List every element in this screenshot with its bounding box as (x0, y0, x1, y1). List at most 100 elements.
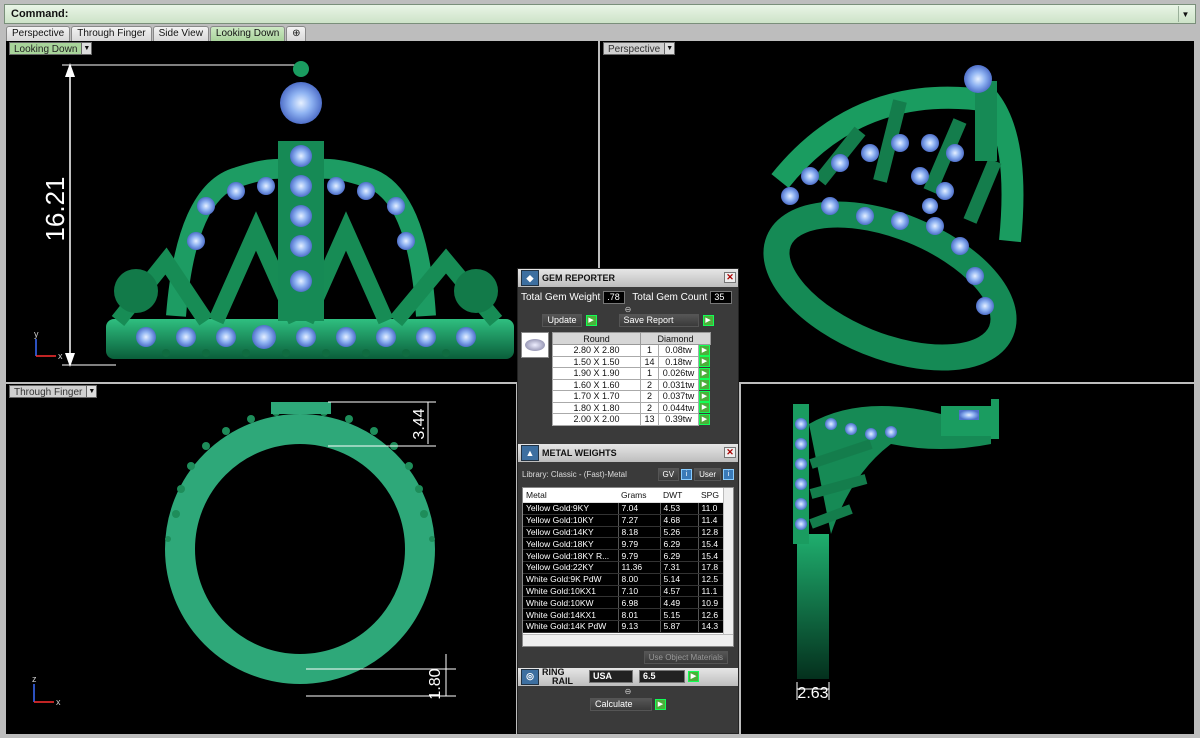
ring-side-render: 3.44 1.80 z x (32, 401, 456, 707)
grams-column-header[interactable]: Grams (618, 487, 660, 503)
ring-rail-icon: ◎ (521, 668, 539, 685)
metal-cell: White Gold:14K PdW (523, 620, 619, 633)
gem-row[interactable]: 2.80 X 2.80 1 0.08tw ▶ (552, 344, 711, 357)
gem-count-cell: 14 (640, 355, 659, 368)
viewport-side-view[interactable]: 2.63 (741, 384, 1194, 734)
ring-size-select[interactable]: 6.5 (639, 670, 685, 683)
dimension-height-label: 16.21 (40, 176, 70, 241)
gem-row[interactable]: 1.80 X 1.80 2 0.044tw ▶ (552, 401, 711, 414)
close-icon[interactable]: ✕ (724, 446, 736, 458)
gem-row-go-icon[interactable]: ▶ (699, 390, 710, 402)
tab-perspective[interactable]: Perspective (6, 26, 71, 41)
gem-row[interactable]: 1.70 X 1.70 2 0.037tw ▶ (552, 390, 711, 403)
metal-cell: 6.29 (660, 537, 699, 551)
metal-cell: 7.04 (618, 502, 661, 515)
gem-row-go-icon[interactable]: ▶ (699, 413, 710, 425)
calculate-go-icon[interactable]: ▶ (655, 698, 666, 710)
metal-row[interactable]: Yellow Gold:14KY 8.18 5.26 12.8 (523, 526, 733, 539)
collapse-handle-icon[interactable]: ⊖ (625, 687, 632, 696)
metal-cell: 4.53 (660, 502, 699, 515)
user-button[interactable]: User (694, 467, 721, 481)
viewport-label[interactable]: Perspective ▼ (603, 42, 676, 55)
metal-cell: Yellow Gold:10KY (523, 514, 619, 527)
metal-row[interactable]: White Gold:10KX1 7.10 4.57 11.1 (523, 585, 733, 598)
metal-row[interactable]: Yellow Gold:10KY 7.27 4.68 11.4 (523, 514, 733, 527)
gem-weight-cell: 0.044tw (658, 401, 699, 414)
library-label: Library: Classic - (Fast)-Metal (522, 469, 627, 479)
collapse-handle-icon[interactable]: ⊖ (625, 305, 632, 314)
update-go-icon[interactable]: ▶ (585, 315, 597, 326)
gem-count-cell: 13 (640, 413, 659, 426)
metal-cell: White Gold:14KX1 (523, 608, 619, 621)
dimension-bottom-label: 1.80 (427, 668, 444, 699)
ring-size-go-icon[interactable]: ▶ (688, 671, 699, 682)
metal-row[interactable]: Yellow Gold:18KY 9.79 6.29 15.4 (523, 537, 733, 551)
horizontal-scrollbar[interactable] (523, 633, 733, 646)
calculate-button[interactable]: Calculate (590, 697, 652, 711)
axis-x-label: x (58, 351, 63, 361)
ring-standard-field[interactable]: USA (589, 670, 633, 683)
metal-row[interactable]: White Gold:14KX1 8.01 5.15 12.6 (523, 608, 733, 621)
gem-row[interactable]: 1.90 X 1.90 1 0.026tw ▶ (552, 367, 711, 380)
gv-button[interactable]: GV (657, 467, 680, 481)
tab-through-finger[interactable]: Through Finger (71, 26, 152, 41)
gem-row-go-icon[interactable]: ▶ (699, 379, 710, 391)
metal-cell: White Gold:9K PdW (523, 573, 619, 586)
app-window: Command: ▼ Perspective Through Finger Si… (0, 0, 1200, 738)
gem-row[interactable]: 1.60 X 1.60 2 0.031tw ▶ (552, 378, 711, 391)
chevron-down-icon[interactable]: ▼ (665, 42, 676, 55)
metal-cell: 9.79 (618, 549, 661, 562)
viewport-label[interactable]: Looking Down ▼ (9, 42, 93, 55)
gem-row[interactable]: 2.00 X 2.00 13 0.39tw ▶ (552, 413, 711, 426)
tab-looking-down[interactable]: Looking Down (209, 26, 286, 41)
metal-weights-icon: ▲ (521, 444, 539, 461)
use-object-materials-checkbox[interactable]: Use Object Materials (643, 650, 728, 664)
add-tab-icon[interactable]: ⊕ (286, 26, 307, 41)
gem-row-go-icon[interactable]: ▶ (699, 356, 710, 368)
metal-cell: 9.13 (618, 620, 661, 633)
info-icon[interactable]: i (681, 468, 693, 480)
metal-cell: 11.36 (618, 561, 661, 574)
update-button[interactable]: Update (542, 314, 582, 327)
command-input[interactable] (72, 6, 1178, 22)
metal-cell: Yellow Gold:9KY (523, 502, 619, 515)
info-icon[interactable]: i (723, 468, 734, 480)
metal-row[interactable]: White Gold:9K PdW 8.00 5.14 12.5 (523, 573, 733, 586)
gem-row-go-icon[interactable]: ▶ (699, 402, 710, 414)
close-icon[interactable]: ✕ (724, 272, 736, 283)
gem-count-cell: 1 (640, 344, 659, 357)
tab-side-view[interactable]: Side View (152, 26, 209, 41)
chevron-down-icon[interactable]: ▼ (82, 42, 93, 55)
metal-row[interactable]: White Gold:14K PdW 9.13 5.87 14.3 (523, 620, 733, 633)
gem-size-cell: 2.00 X 2.00 (552, 413, 641, 426)
command-history-dropdown-icon[interactable]: ▼ (1178, 6, 1192, 22)
viewport-label[interactable]: Through Finger ▼ (9, 385, 98, 398)
gem-row-go-icon[interactable]: ▶ (699, 367, 710, 379)
gem-row-go-icon[interactable]: ▶ (699, 345, 710, 356)
metal-column-header[interactable]: Metal (523, 487, 618, 503)
chevron-down-icon[interactable]: ▼ (87, 385, 98, 398)
viewport-looking-down[interactable]: Looking Down ▼ 16.21 y x (6, 41, 598, 382)
gem-size-cell: 2.80 X 2.80 (552, 344, 641, 357)
gem-weight-cell: 0.08tw (658, 344, 699, 357)
metal-row[interactable]: Yellow Gold:9KY 7.04 4.53 11.0 (523, 502, 733, 515)
save-report-go-icon[interactable]: ▶ (702, 315, 714, 326)
metal-cell: 7.10 (618, 585, 661, 598)
dwt-column-header[interactable]: DWT (660, 487, 698, 503)
metal-cell: 8.00 (618, 573, 661, 586)
save-report-button[interactable]: Save Report (618, 314, 699, 327)
metal-row[interactable]: Yellow Gold:18KY R... 9.79 6.29 15.4 (523, 549, 733, 562)
axis-x-label: x (56, 697, 61, 707)
viewport-through-finger[interactable]: Through Finger ▼ 3.44 1.80 z x (6, 384, 516, 734)
axis-z-label: z (32, 674, 37, 684)
total-gem-weight-value: .78 (603, 291, 626, 304)
metal-cell: 5.26 (660, 526, 699, 539)
gem-weight-cell: 0.031tw (658, 378, 699, 391)
total-gem-weight-label: Total Gem Weight (521, 292, 601, 303)
vertical-scrollbar[interactable] (723, 487, 733, 634)
metal-row[interactable]: Yellow Gold:22KY 11.36 7.31 17.8 (523, 561, 733, 574)
gem-size-cell: 1.70 X 1.70 (552, 390, 641, 403)
gem-row[interactable]: 1.50 X 1.50 14 0.18tw ▶ (552, 355, 711, 368)
metal-table-container[interactable]: Metal Grams DWT SPG Yellow Gold:9KY 7.04 4… (522, 486, 734, 647)
metal-row[interactable]: White Gold:10KW 6.98 4.49 10.9 (523, 596, 733, 610)
